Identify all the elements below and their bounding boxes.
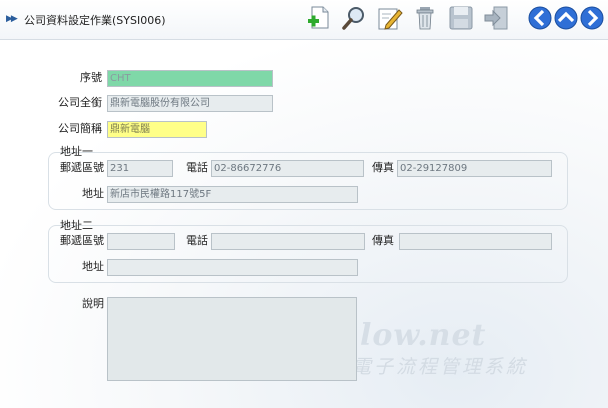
- double-arrow-icon: ▶▶: [6, 14, 18, 24]
- address2-phone-label: 電話: [186, 234, 208, 247]
- prev-button[interactable]: [528, 6, 552, 30]
- add-button[interactable]: [305, 4, 333, 32]
- address2-title: 地址二: [60, 219, 93, 232]
- address1-phone-label: 電話: [186, 161, 208, 174]
- address2-fax-label: 傳真: [372, 234, 394, 247]
- header-bar: ▶▶ 公司資料設定作業(SYSI006): [0, 0, 608, 40]
- address2-phone-field[interactable]: [211, 233, 365, 250]
- address2-addr-field[interactable]: [107, 259, 358, 276]
- prev-icon: [528, 6, 552, 30]
- address1-addr-label: 地址: [82, 187, 104, 200]
- search-icon: [342, 7, 364, 30]
- delete-icon: [416, 7, 434, 30]
- note-label: 說明: [82, 297, 104, 310]
- watermark-logo: low.net: [360, 318, 487, 353]
- address2-fax-field[interactable]: [399, 233, 552, 250]
- next-icon: [580, 6, 604, 30]
- watermark-subtitle: 電子流程管理系統: [352, 356, 529, 378]
- save-icon: [449, 6, 473, 30]
- delete-button[interactable]: [411, 4, 439, 32]
- address2-addr-label: 地址: [82, 260, 104, 273]
- full-name-label: 公司全銜: [58, 96, 102, 109]
- serial-label: 序號: [80, 71, 102, 84]
- search-button[interactable]: [340, 4, 368, 32]
- exit-icon: [484, 6, 508, 30]
- address1-zip-label: 郵遞區號: [60, 161, 104, 174]
- edit-icon: [378, 8, 403, 30]
- next-button[interactable]: [580, 6, 604, 30]
- note-textarea[interactable]: [107, 297, 357, 381]
- address2-zip-label: 郵遞區號: [60, 234, 104, 247]
- address1-fax-field[interactable]: 02-29127809: [397, 160, 552, 177]
- short-name-field[interactable]: 鼎新電腦: [107, 121, 207, 138]
- up-button[interactable]: [554, 6, 578, 30]
- address1-title: 地址一: [60, 145, 93, 158]
- page-title: 公司資料設定作業(SYSI006): [24, 14, 166, 27]
- up-icon: [554, 6, 578, 30]
- address1-phone-field[interactable]: 02-86672776: [211, 160, 364, 177]
- add-icon: [308, 6, 329, 29]
- full-name-field[interactable]: 鼎新電腦股份有限公司: [107, 95, 273, 112]
- edit-button[interactable]: [375, 4, 403, 32]
- save-button[interactable]: [447, 4, 475, 32]
- short-name-label: 公司簡稱: [58, 122, 102, 135]
- address1-zip-field[interactable]: 231: [107, 160, 173, 177]
- address1-addr-field[interactable]: 新店市民權路117號5F: [107, 186, 358, 203]
- address1-fax-label: 傳真: [372, 161, 394, 174]
- address2-zip-field[interactable]: [107, 233, 175, 250]
- exit-button[interactable]: [482, 4, 510, 32]
- serial-field[interactable]: CHT: [107, 70, 273, 87]
